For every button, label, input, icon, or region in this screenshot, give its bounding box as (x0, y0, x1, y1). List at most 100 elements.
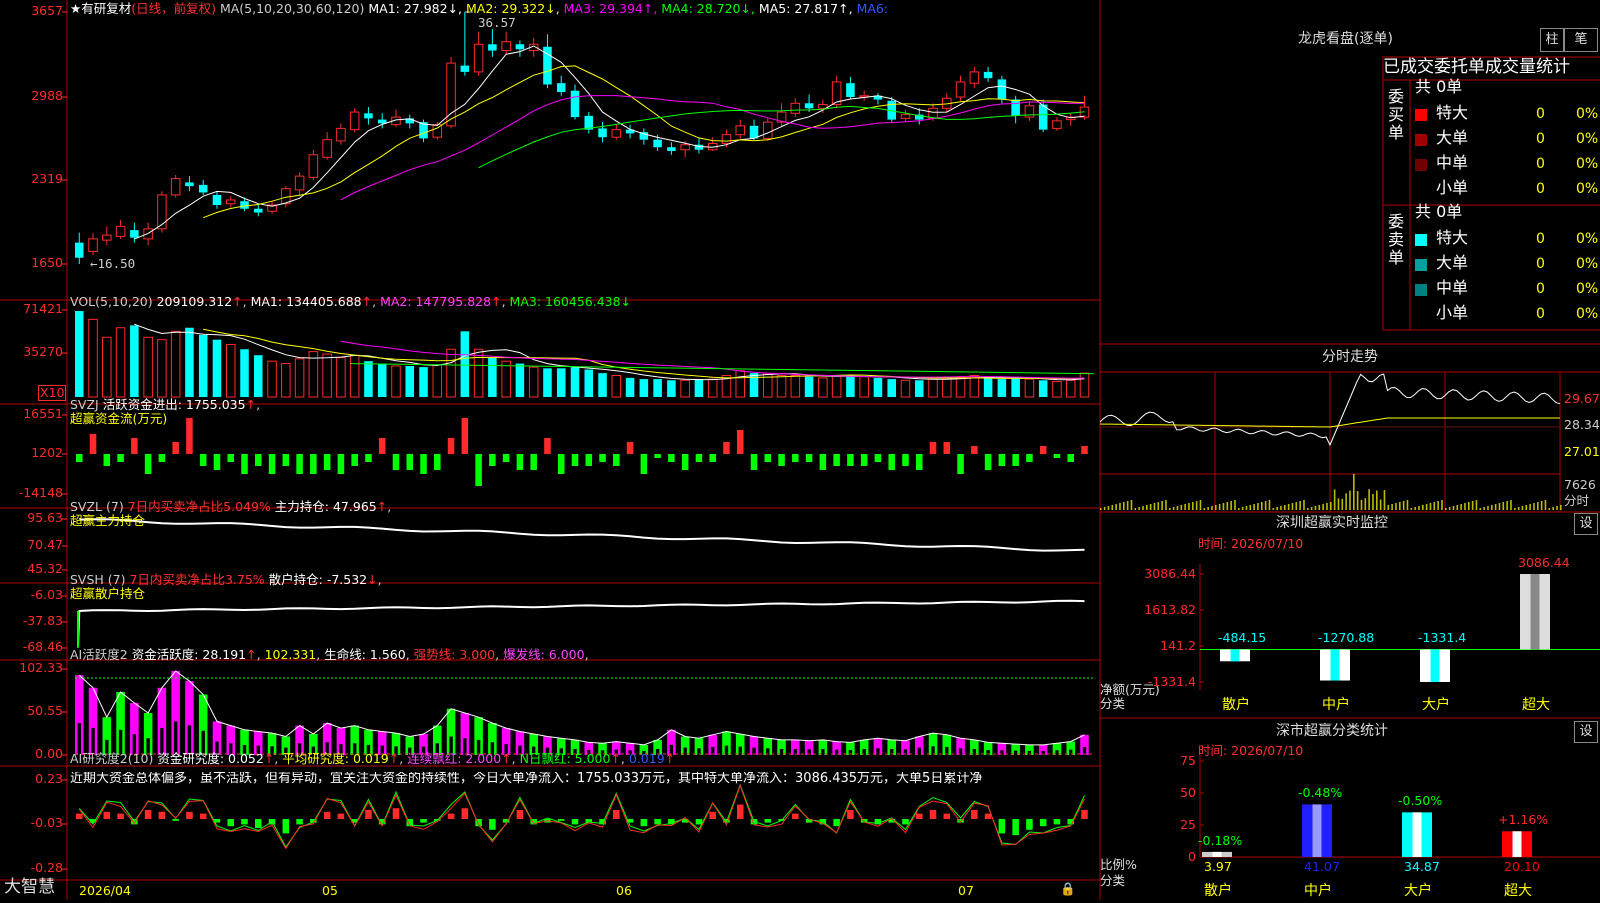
monitor-bar-0[interactable] (1220, 649, 1250, 661)
fenshi-vol-bar (1495, 504, 1497, 510)
svzj-bar (1067, 454, 1074, 462)
y-label-ai1-1: 50.55 (0, 704, 63, 718)
fenshi-mid: 28.34 (1564, 418, 1600, 432)
vol-bar (915, 380, 924, 397)
vol-bar (626, 378, 635, 397)
brand-logo[interactable]: 大智慧 (4, 880, 55, 894)
ma-legend-3: MA3: 29.394↑, (560, 1, 658, 16)
vol-bar (226, 344, 235, 397)
monitor-bar-2[interactable] (1420, 649, 1450, 682)
fenshi-vol-bar (1311, 507, 1313, 510)
ai1-title[interactable]: AI活跃度2 (70, 647, 128, 662)
svzl-subtitle: 超赢主力持仓 (70, 514, 145, 528)
fenshi-vol-bar (1280, 506, 1282, 510)
fenshi-vol-bar (1204, 508, 1206, 510)
arrow-up-icon: ↑ (246, 397, 256, 412)
fenshi-vol-bar (1288, 504, 1290, 510)
stats-settings-button[interactable]: 设 (1574, 721, 1598, 743)
arrow-up-icon: ↑ (246, 647, 256, 662)
fenshi-vol-bar (1365, 498, 1367, 510)
candle-body (805, 103, 814, 108)
ai2-bar (338, 814, 345, 819)
candle-body (116, 226, 125, 236)
candle-body (502, 42, 511, 51)
y-label-kline-0: 3657 (0, 4, 63, 18)
stats-title: 深市超赢分类统计 (1276, 724, 1388, 738)
svzj-bar (283, 454, 290, 466)
svzj-bar (985, 454, 992, 470)
sell-row-0: 特大 (1436, 231, 1468, 245)
candle-body (571, 91, 580, 117)
svzj-bar (544, 438, 551, 454)
ai2-bar (462, 808, 469, 819)
svzj-bar (641, 454, 648, 474)
svzl-title[interactable]: SVZL (7) (70, 499, 124, 514)
ai2-title[interactable]: AI研究度2(10) (70, 751, 153, 766)
arrow-up-icon: ↑ (610, 751, 620, 766)
vol-bar (667, 380, 676, 397)
fenshi-vol-bar (1395, 503, 1397, 510)
fenshi-vol-bar (1464, 503, 1466, 510)
lock-icon[interactable]: 🔒 (1060, 882, 1076, 896)
svsh-value: 散户持仓: -7.532 (269, 572, 367, 587)
buy-row-2: 中单 (1436, 156, 1468, 170)
candle-body (984, 72, 993, 78)
svsh-title[interactable]: SVSH (7) (70, 572, 126, 587)
vol-title[interactable]: VOL(5,10,20) (70, 294, 153, 309)
vol-bar (736, 371, 745, 397)
vol-bar (529, 367, 538, 397)
chart-period[interactable]: (日线，前复权) (131, 1, 216, 16)
ai2-bar (737, 805, 744, 819)
vol-ma3: MA3: 160456.438 (510, 294, 621, 309)
svzj-bar (255, 454, 262, 466)
monitor-bar-core (1531, 574, 1540, 649)
vol-bar (791, 376, 800, 397)
tab-tick[interactable]: 笔 (1564, 28, 1598, 52)
svzj-header: SVZJ 活跃资金进出: 1755.035↑, (70, 398, 260, 412)
fenshi-vol-bar (1196, 501, 1198, 510)
y-label-ai2-0: 0.23 (0, 772, 63, 786)
fenshi-vol-bar (1480, 508, 1482, 510)
candle-body (901, 115, 910, 119)
candle-body (970, 72, 979, 83)
fenshi-vol-bar (1242, 507, 1244, 510)
tab-bar[interactable]: 柱 (1540, 28, 1564, 52)
fenshi-vol-bar (1192, 502, 1194, 510)
svzj-bar (200, 454, 207, 466)
fenshi-vol-bar (1173, 507, 1175, 510)
vol-bar (956, 377, 965, 397)
stats-bar-2[interactable] (1402, 812, 1432, 857)
monitor-settings-button[interactable]: 设 (1574, 513, 1598, 535)
fenshi-vol-bar (1104, 507, 1106, 510)
svzj-bar (117, 454, 124, 462)
buy-count-0: 0 (1536, 107, 1545, 121)
svzj-bar (723, 442, 730, 454)
svzj-bar (847, 454, 854, 466)
candle-body (750, 126, 759, 139)
fenshi-vol-bar (1549, 508, 1551, 510)
fenshi-vol-bar (1230, 501, 1232, 510)
ma-legend-5: MA5: 27.817↑, (755, 1, 853, 16)
vol-bar (405, 366, 414, 397)
stats-bar-3[interactable] (1502, 831, 1532, 857)
candle-body (350, 112, 359, 130)
ai2-bar (420, 819, 427, 823)
monitor-bar-3[interactable] (1520, 574, 1550, 649)
monitor-bar-1[interactable] (1320, 649, 1350, 680)
svzj-title[interactable]: SVZJ (70, 397, 99, 412)
buy-count-2: 0 (1536, 157, 1545, 171)
arrow-up-icon: ↑ (377, 499, 387, 514)
fenshi-vol-bar (1273, 508, 1275, 510)
ai2-bar (200, 814, 207, 819)
candle-body (516, 44, 525, 49)
fenshi-vol-bar (1338, 498, 1340, 510)
vol-bar (970, 376, 979, 397)
svzj-bar (820, 454, 827, 470)
stats-bar-0[interactable] (1202, 852, 1232, 857)
svzj-bar (1026, 454, 1033, 462)
svzj-bar (269, 454, 276, 474)
stats-bar-1[interactable] (1302, 804, 1332, 857)
ma-params[interactable]: MA(5,10,20,30,60,120) (220, 1, 364, 16)
sell-pct-1: 0% (1576, 257, 1598, 271)
svzj-bar (1012, 454, 1019, 466)
